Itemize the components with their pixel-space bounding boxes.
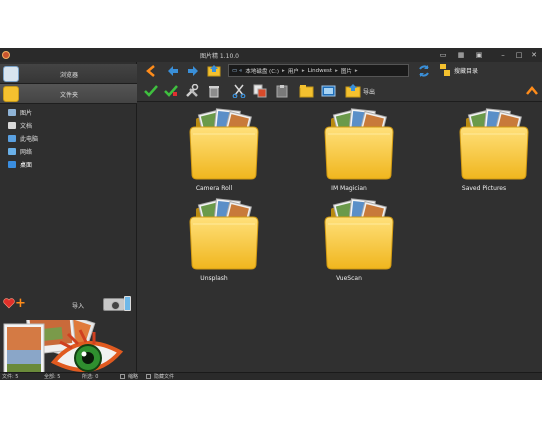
status-thumbnails: 缩略 [128,374,139,380]
folder-tile[interactable]: Camera Roll [159,108,269,192]
folder-tile[interactable]: Unsplash [159,198,269,282]
window-title: 图片精 1.10.0 [200,53,239,60]
folder-with-photos-icon [189,108,259,180]
app-eye-logo [3,320,124,380]
collapse-left-icon[interactable] [145,65,157,77]
app-window: 图片精 1.10.0 ▭ ▦ ▣ – □ ✕ 浏览器 文件夹 图片 文档 此电脑… [0,48,542,380]
sidebar-browse-label: 浏览器 [60,72,79,79]
close-button[interactable]: ✕ [529,50,539,60]
tree-item-network[interactable]: 网络 [8,145,133,158]
tree-item-label: 文档 [20,123,33,130]
folder-with-photos-icon [459,108,529,180]
folder-tile[interactable]: Saved Pictures [429,108,539,192]
status-bar: 文件: 5 全部: 5 所选: 0 缩略 隐藏文件 [0,372,542,380]
export-folder-icon[interactable] [345,83,361,98]
back-arrow-icon[interactable] [167,66,179,76]
desktop-icon [8,161,16,168]
folder-icon[interactable]: ▭ [438,50,448,60]
folder-icon [3,86,19,102]
app-logo-icon [2,51,10,59]
address-segment[interactable]: 本地磁盘 (C:) [245,67,279,75]
chevron-right-icon: ▸ [335,67,338,74]
favorites-folder-icon[interactable] [439,63,451,77]
sidebar-folders-label: 文件夹 [60,92,79,99]
tree-item-this-pc[interactable]: 此电脑 [8,132,133,145]
grid-icon[interactable]: ▦ [456,50,466,60]
paste-icon[interactable] [275,84,289,98]
sidebar-folders-button[interactable]: 文件夹 [0,84,137,104]
tree-item-label: 桌面 [20,162,33,169]
copy-icon[interactable] [253,84,267,98]
import-row: + 导入 [0,296,137,314]
camera-import-icon[interactable] [103,298,125,311]
computer-icon [8,135,16,142]
hidden-files-checkbox[interactable] [146,374,151,379]
tree-item-label: 网络 [20,149,33,156]
title-bar: 图片精 1.10.0 ▭ ▦ ▣ – □ ✕ [0,48,542,62]
network-icon [8,148,16,155]
folder-name: VueScan [336,275,362,282]
tree-item-label: 此电脑 [20,136,39,143]
slideshow-icon[interactable] [321,85,336,97]
status-hidden-files: 隐藏文件 [154,374,175,380]
check-all-icon[interactable] [164,85,178,97]
status-selected: 所选: 0 [82,374,99,380]
monitor-icon[interactable]: ▣ [474,50,484,60]
address-pc-icon: ▭ « [232,67,243,74]
recent-folders-label[interactable]: 搜藏目录 [454,66,478,75]
address-segment[interactable]: 图片 [341,67,352,75]
delete-icon[interactable] [207,84,221,98]
collapse-up-icon[interactable] [526,86,538,96]
favorite-heart-icon[interactable] [3,298,15,309]
status-files: 文件: 5 [2,374,19,380]
address-segment[interactable]: Lindwest [308,68,332,74]
documents-icon [8,122,16,129]
chevron-right-icon: ▸ [301,67,305,74]
add-icon[interactable]: + [15,297,26,310]
minimize-button[interactable]: – [498,50,508,60]
folder-tree: 图片 文档 此电脑 网络 桌面 [8,106,133,171]
folder-name: Saved Pictures [461,185,507,192]
export-label[interactable]: 导出 [363,87,375,96]
thumbnail-toggle-checkbox[interactable] [120,374,125,379]
chevron-right-icon: ▸ [282,67,285,74]
import-label[interactable]: 导入 [72,301,84,310]
folder-name: IM Magician [331,185,367,192]
tree-item-label: 图片 [20,110,33,117]
address-bar[interactable]: ▭ « 本地磁盘 (C:) ▸ 用户 ▸ Lindwest ▸ 图片 ▸ [228,64,409,77]
check-icon[interactable] [144,85,158,97]
tree-item-documents[interactable]: 文档 [8,119,133,132]
phone-import-icon[interactable] [124,296,131,311]
address-segment[interactable]: 用户 [288,67,299,75]
folder-tile[interactable]: IM Magician [294,108,404,192]
pictures-icon [8,109,16,116]
new-folder-icon[interactable] [299,84,314,98]
up-folder-icon[interactable] [207,64,221,77]
folder-name: Camera Roll [195,185,233,192]
folder-tile[interactable]: VueScan [294,198,404,282]
tools-icon[interactable] [185,84,199,98]
browser-icon [3,66,19,82]
cut-icon[interactable] [232,84,246,98]
chevron-right-icon: ▸ [354,67,358,74]
status-total: 全部: 5 [44,374,61,380]
tree-item-pictures[interactable]: 图片 [8,106,133,119]
toolbar: ▭ « 本地磁盘 (C:) ▸ 用户 ▸ Lindwest ▸ 图片 ▸ 搜藏目… [137,62,542,102]
folder-with-photos-icon [189,198,259,270]
sidebar-browse-button[interactable]: 浏览器 [0,64,137,84]
maximize-button[interactable]: □ [514,50,524,60]
forward-arrow-icon[interactable] [187,66,199,76]
folder-with-photos-icon [324,198,394,270]
folder-with-photos-icon [324,108,394,180]
folder-name: Unsplash [200,275,228,282]
refresh-icon[interactable] [417,64,431,78]
tree-item-desktop[interactable]: 桌面 [8,158,133,171]
folder-grid: Camera Roll IM Magician Saved Pictures Unsp… [137,102,542,372]
sidebar: 浏览器 文件夹 图片 文档 此电脑 网络 桌面 + 导入 [0,62,137,380]
